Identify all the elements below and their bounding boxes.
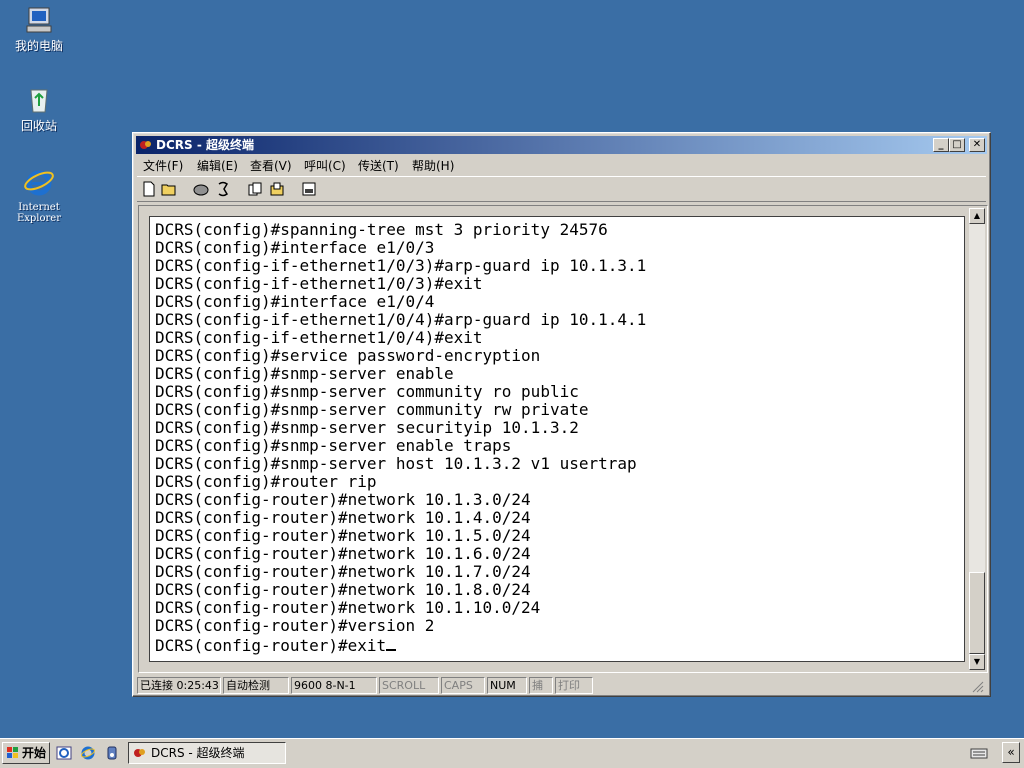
receive-button[interactable] — [267, 179, 287, 199]
status-caps: CAPS — [441, 677, 485, 694]
tray-expand-button[interactable]: « — [1002, 742, 1020, 763]
media-quick-icon[interactable] — [104, 745, 120, 761]
terminal-line: DCRS(config)#router rip — [155, 472, 377, 491]
resize-grip-icon[interactable] — [972, 681, 984, 693]
status-params: 9600 8-N-1 — [291, 677, 377, 694]
terminal-line: DCRS(config-router)#network 10.1.10.0/24 — [155, 598, 541, 617]
receive-file-icon — [270, 182, 284, 196]
minimize-button[interactable]: _ — [933, 138, 949, 152]
menu-call[interactable]: 呼叫(C) — [304, 157, 346, 174]
menu-bar: 文件(F) 编辑(E) 查看(V) 呼叫(C) 传送(T) 帮助(H) — [137, 155, 986, 174]
taskbar-button-hyperterminal[interactable]: DCRS - 超级终端 — [128, 742, 286, 764]
maximize-button[interactable]: □ — [949, 138, 965, 152]
status-capture: 捕 — [529, 677, 553, 694]
terminal-line: DCRS(config-router)#network 10.1.4.0/24 — [155, 508, 531, 527]
terminal-line: DCRS(config-router)#network 10.1.5.0/24 — [155, 526, 531, 545]
window-title: DCRS - 超级终端 — [156, 138, 254, 152]
properties-button[interactable] — [299, 179, 319, 199]
phone-icon — [193, 184, 209, 196]
terminal-line: DCRS(config-router)#version 2 — [155, 616, 435, 635]
menu-transfer[interactable]: 传送(T) — [358, 157, 399, 174]
my-computer-icon — [23, 4, 55, 36]
terminal-line: DCRS(config)#snmp-server host 10.1.3.2 v… — [155, 454, 637, 473]
hyperterminal-window: DCRS - 超级终端 _ □ ✕ 文件(F) 编辑(E) 查看(V) 呼叫(C… — [132, 132, 991, 697]
terminal-line: DCRS(config-if-ethernet1/0/4)#arp-guard … — [155, 310, 647, 329]
toolbar — [137, 176, 986, 202]
menu-edit[interactable]: 编辑(E) — [197, 157, 238, 174]
desktop-icon-label: 回收站 — [20, 119, 57, 133]
terminal-output: DCRS(config)#spanning-tree mst 3 priorit… — [155, 220, 647, 655]
open-folder-icon — [161, 184, 176, 196]
keyboard-icon[interactable] — [970, 745, 988, 764]
terminal-line: DCRS(config)#service password-encryption — [155, 346, 541, 365]
windows-flag-icon — [6, 746, 20, 760]
start-label: 开始 — [22, 746, 47, 760]
internet-explorer-icon — [23, 166, 55, 198]
terminal-line: DCRS(config-router)#network 10.1.7.0/24 — [155, 562, 531, 581]
start-button[interactable]: 开始 — [2, 742, 50, 764]
hangup-icon — [218, 181, 228, 197]
terminal-line: DCRS(config-router)#network 10.1.6.0/24 — [155, 544, 531, 563]
scroll-down-button[interactable]: ▼ — [969, 654, 985, 670]
terminal-line: DCRS(config-if-ethernet1/0/3)#exit — [155, 274, 483, 293]
send-button[interactable] — [245, 179, 265, 199]
menu-view[interactable]: 查看(V) — [250, 157, 292, 174]
status-detect: 自动检测 — [223, 677, 289, 694]
terminal-line: DCRS(config-if-ethernet1/0/4)#exit — [155, 328, 483, 347]
status-num: NUM — [487, 677, 527, 694]
terminal-line: DCRS(config-router)#exit — [155, 636, 387, 655]
text-cursor — [386, 635, 397, 651]
terminal-line: DCRS(config)#spanning-tree mst 3 priorit… — [155, 220, 608, 239]
disconnect-button[interactable] — [213, 179, 233, 199]
desktop-icon-my-computer[interactable]: 我的电脑 — [6, 4, 72, 52]
terminal-line: DCRS(config)#snmp-server community ro pu… — [155, 382, 579, 401]
recycle-bin-icon — [23, 84, 55, 116]
terminal-line: DCRS(config)#snmp-server securityip 10.1… — [155, 418, 579, 437]
new-document-icon — [143, 181, 155, 197]
open-button[interactable] — [159, 179, 179, 199]
terminal-line: DCRS(config)#interface e1/0/4 — [155, 292, 435, 311]
scroll-thumb[interactable] — [969, 572, 985, 654]
system-tray: « — [964, 742, 1024, 764]
properties-icon — [302, 182, 316, 196]
browser-quick-icon[interactable] — [80, 745, 96, 761]
desktop-icon-recycle-bin[interactable]: 回收站 — [6, 84, 72, 132]
terminal-line: DCRS(config)#snmp-server community rw pr… — [155, 400, 589, 419]
vertical-scrollbar[interactable]: ▲ ▼ — [969, 208, 985, 670]
terminal-line: DCRS(config-if-ethernet1/0/3)#arp-guard … — [155, 256, 647, 275]
new-connection-button[interactable] — [139, 179, 159, 199]
window-titlebar[interactable]: DCRS - 超级终端 _ □ ✕ — [136, 136, 987, 154]
close-button[interactable]: ✕ — [969, 138, 985, 152]
status-print: 打印 — [555, 677, 593, 694]
menu-help[interactable]: 帮助(H) — [412, 157, 454, 174]
terminal-line: DCRS(config-router)#network 10.1.8.0/24 — [155, 580, 531, 599]
terminal-line: DCRS(config-router)#network 10.1.3.0/24 — [155, 490, 531, 509]
hyperterminal-icon — [139, 138, 153, 152]
terminal-line: DCRS(config)#interface e1/0/3 — [155, 238, 435, 257]
menu-file[interactable]: 文件(F) — [143, 157, 183, 174]
status-scroll: SCROLL — [379, 677, 439, 694]
taskbar: 开始 DCRS - 超级终端 « — [0, 738, 1024, 768]
terminal-screen[interactable]: DCRS(config)#spanning-tree mst 3 priorit… — [149, 216, 965, 662]
hyperterminal-icon — [133, 746, 147, 760]
scroll-up-button[interactable]: ▲ — [969, 208, 985, 224]
status-bar: 已连接 0:25:43 自动检测 9600 8-N-1 SCROLL CAPS … — [137, 677, 986, 695]
desktop-icon-internet-explorer[interactable]: Internet Explorer — [6, 166, 72, 224]
taskbar-button-label: DCRS - 超级终端 — [151, 746, 245, 760]
desktop-icon-label: 我的电脑 — [14, 39, 63, 53]
call-button[interactable] — [191, 179, 211, 199]
terminal-line: DCRS(config)#snmp-server enable traps — [155, 436, 512, 455]
send-file-icon — [248, 182, 262, 196]
terminal-line: DCRS(config)#snmp-server enable — [155, 364, 454, 383]
status-connected-time: 已连接 0:25:43 — [137, 677, 221, 694]
ie-quick-icon[interactable] — [56, 745, 72, 761]
desktop-icon-label: Internet Explorer — [16, 202, 62, 224]
terminal-frame: DCRS(config)#spanning-tree mst 3 priorit… — [138, 205, 988, 673]
